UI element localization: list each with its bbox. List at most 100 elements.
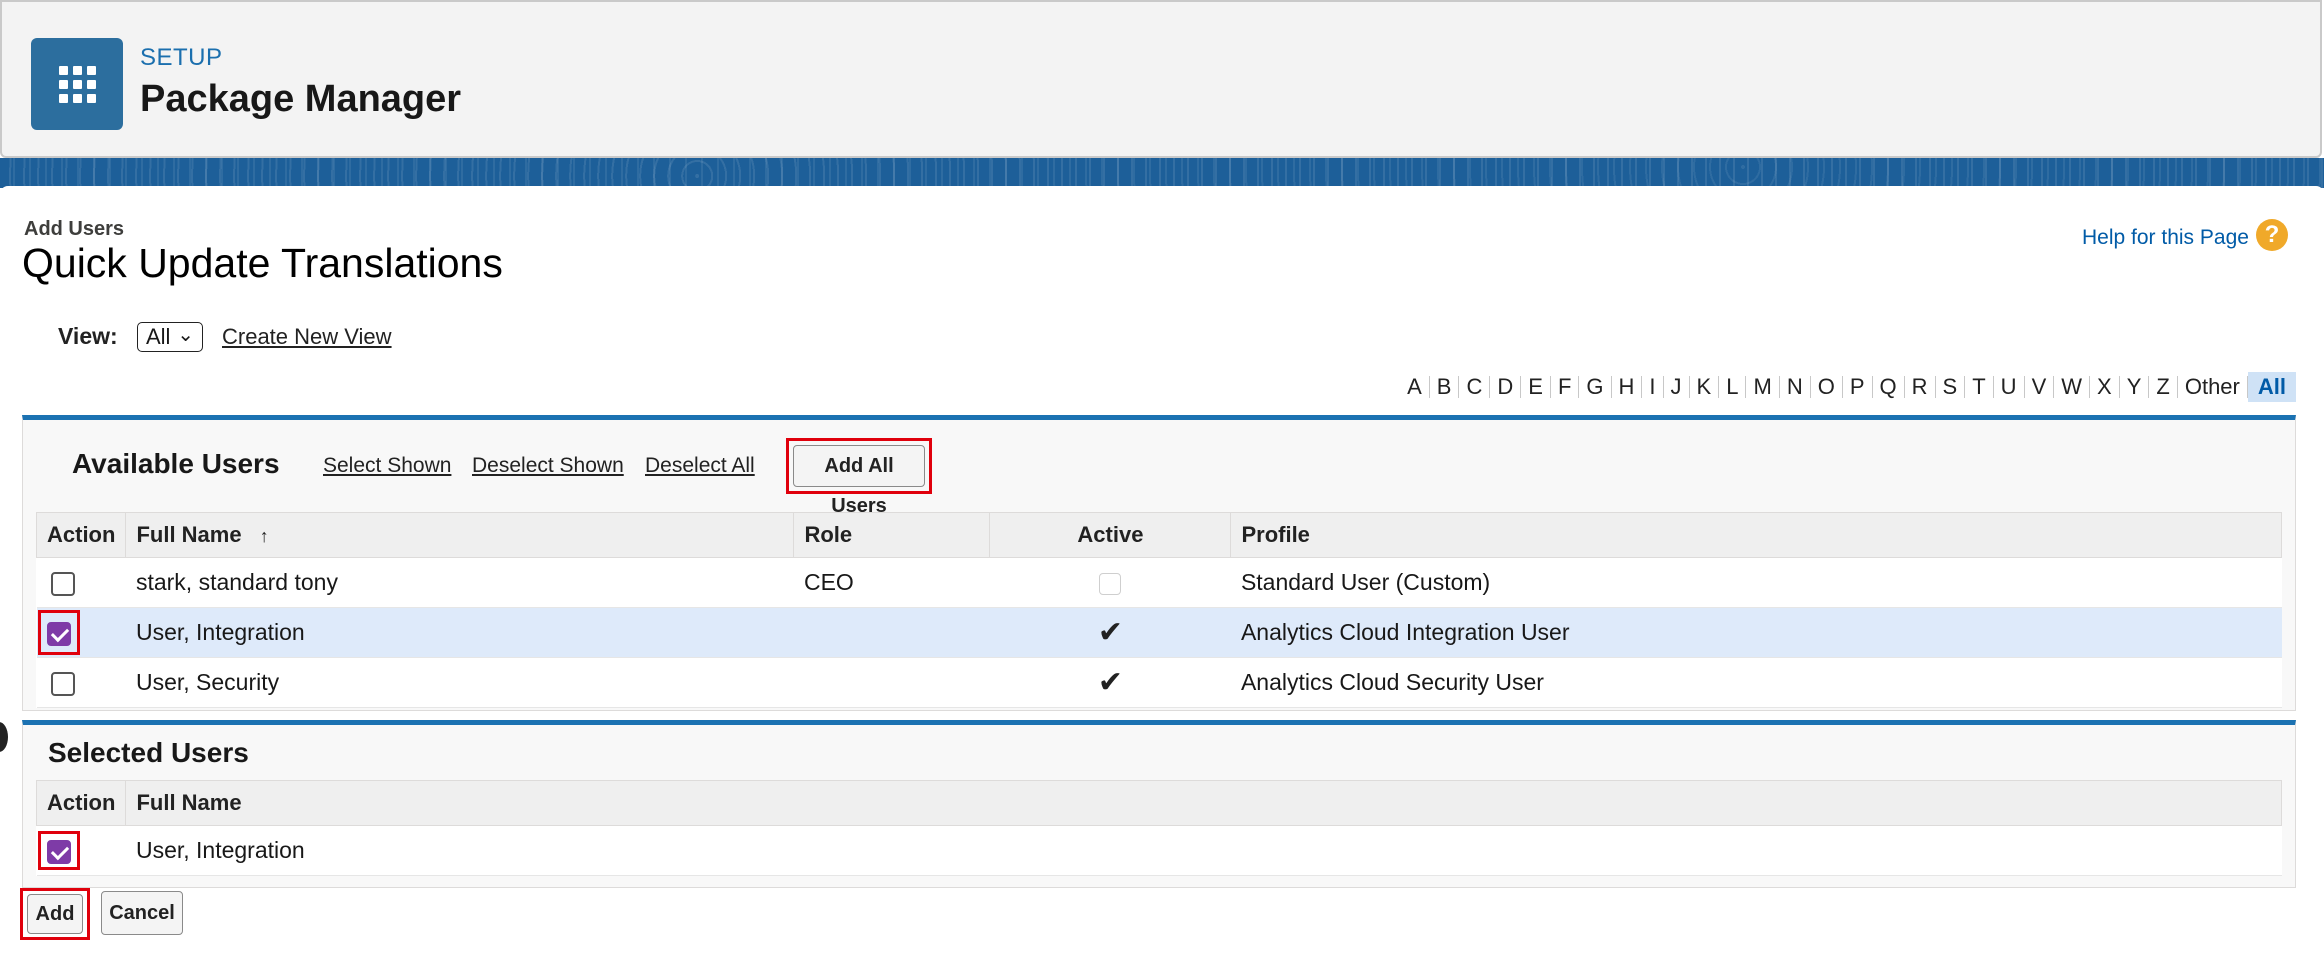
row-checkbox-checked[interactable]	[46, 839, 71, 864]
alphabet-filter-l[interactable]: L	[1719, 374, 1745, 400]
alphabet-filter-b[interactable]: B	[1430, 374, 1459, 400]
alphabet-filter-r[interactable]: R	[1905, 374, 1935, 400]
create-new-view-link[interactable]: Create New View	[222, 324, 392, 350]
alphabet-filter-a[interactable]: A	[1400, 374, 1429, 400]
column-header-active[interactable]: Active	[989, 512, 1232, 558]
active-checkmark-icon: ✔	[1097, 616, 1124, 649]
selected-users-panel: Selected Users Action Full Name User, In…	[22, 720, 2296, 888]
add-all-users-button[interactable]: Add All Users	[793, 445, 925, 517]
alphabet-filter-s[interactable]: S	[1936, 374, 1965, 400]
row-checkbox-highlight	[37, 831, 80, 870]
page-subtitle: Add Users	[24, 218, 125, 240]
alphabet-filter-other[interactable]: Other	[2178, 374, 2247, 400]
alphabet-filter-h[interactable]: H	[1612, 374, 1642, 400]
alphabet-filter-y[interactable]: Y	[2120, 374, 2149, 400]
cell-full-name: User, Integration	[125, 607, 794, 658]
page-title: Quick Update Translations	[22, 240, 503, 286]
alphabet-filter-k[interactable]: K	[1690, 374, 1719, 400]
row-checkbox-wrap	[47, 565, 79, 600]
cell-full-name: User, Integration	[125, 825, 2282, 876]
alphabet-filter-c[interactable]: C	[1459, 374, 1489, 400]
alphabet-filter-w[interactable]: W	[2054, 374, 2089, 400]
select-shown-link[interactable]: Select Shown	[323, 454, 451, 478]
cell-role: CEO	[793, 557, 990, 608]
view-select-value: All	[146, 324, 171, 349]
alphabet-filter-u[interactable]: U	[1994, 374, 2024, 400]
table-row: stark, standard tony CEO Standard User (…	[36, 557, 2282, 608]
cell-profile: Analytics Cloud Security User	[1230, 657, 2282, 708]
view-label: View:	[58, 323, 118, 349]
cell-full-name: User, Security	[125, 657, 794, 708]
table-row: User, Security ✔ Analytics Cloud Securit…	[36, 657, 2282, 708]
alphabet-filter-n[interactable]: N	[1780, 374, 1810, 400]
alphabet-filter-i[interactable]: I	[1642, 374, 1662, 400]
alphabet-filter-all[interactable]: All	[2247, 372, 2296, 402]
cell-profile: Standard User (Custom)	[1230, 557, 2282, 608]
cell-full-name: stark, standard tony	[125, 557, 794, 608]
column-header-action[interactable]: Action	[35, 780, 127, 826]
table-header-row: Action Full Name ↑ Role Active Profile	[35, 512, 2282, 558]
column-header-profile[interactable]: Profile	[1230, 512, 2282, 558]
alphabet-filter-f[interactable]: F	[1551, 374, 1578, 400]
view-select[interactable]: All ⌄	[137, 322, 203, 352]
cell-role	[793, 657, 990, 708]
grid-dot	[87, 80, 96, 89]
alphabet-filter-g[interactable]: G	[1579, 374, 1610, 400]
cancel-button[interactable]: Cancel	[101, 891, 183, 935]
table-header-row: Action Full Name	[35, 780, 2282, 826]
grid-dot	[59, 80, 68, 89]
inactive-checkbox-icon	[1099, 572, 1122, 595]
chevron-down-icon: ⌄	[177, 324, 194, 346]
active-checkmark-icon: ✔	[1097, 666, 1124, 699]
table-row: User, Integration	[36, 825, 2282, 876]
alphabet-filter-t[interactable]: T	[1965, 374, 1992, 400]
app-launcher-grid-icon[interactable]	[31, 38, 123, 130]
row-checkbox[interactable]	[50, 571, 75, 596]
alphabet-filter-d[interactable]: D	[1490, 374, 1520, 400]
alphabet-filter: A B C D E F G H I J K L M N O P Q R S T U V W X Y Z Other All	[1400, 371, 2296, 403]
row-checkbox-highlight	[37, 610, 80, 655]
grid-dot	[73, 80, 82, 89]
grid-dot	[59, 94, 68, 103]
row-checkbox-checked[interactable]	[46, 621, 71, 646]
cell-role	[793, 607, 990, 658]
cell-profile: Analytics Cloud Integration User	[1230, 607, 2282, 658]
add-button[interactable]: Add	[27, 894, 83, 934]
grid-dot	[87, 94, 96, 103]
column-header-full-name[interactable]: Full Name	[125, 780, 2282, 826]
alphabet-filter-e[interactable]: E	[1521, 374, 1550, 400]
deselect-all-link[interactable]: Deselect All	[645, 454, 755, 478]
alphabet-filter-q[interactable]: Q	[1873, 374, 1904, 400]
available-users-title: Available Users	[72, 448, 280, 479]
grid-dot	[73, 94, 82, 103]
selected-users-table: Action Full Name User, Integration	[35, 780, 2282, 876]
setup-header: SETUP Package Manager	[0, 0, 2322, 158]
help-icon[interactable]: ?	[2256, 219, 2288, 251]
deselect-shown-link[interactable]: Deselect Shown	[472, 454, 624, 478]
alphabet-filter-m[interactable]: M	[1746, 374, 1778, 400]
alphabet-filter-o[interactable]: O	[1811, 374, 1842, 400]
alphabet-filter-x[interactable]: X	[2090, 374, 2119, 400]
selected-users-title: Selected Users	[48, 737, 249, 768]
alphabet-filter-p[interactable]: P	[1843, 374, 1872, 400]
row-checkbox[interactable]	[50, 671, 75, 696]
column-header-role[interactable]: Role	[793, 512, 991, 558]
alphabet-filter-v[interactable]: V	[2025, 374, 2054, 400]
table-row: User, Integration ✔ Analytics Cloud Inte…	[36, 607, 2282, 658]
header-title: Package Manager	[140, 78, 462, 120]
row-checkbox-wrap	[47, 665, 79, 700]
decorative-banner	[0, 158, 2324, 188]
setup-label: SETUP	[140, 44, 223, 71]
alphabet-filter-z[interactable]: Z	[2149, 374, 2176, 400]
available-users-table: Action Full Name ↑ Role Active Profile s…	[35, 512, 2282, 708]
sort-ascending-icon: ↑	[259, 526, 269, 546]
help-link[interactable]: Help for this Page	[2082, 226, 2249, 250]
grid-dot	[87, 66, 96, 75]
column-header-full-name[interactable]: Full Name ↑	[125, 512, 795, 558]
column-header-action[interactable]: Action	[35, 512, 127, 558]
alphabet-filter-j[interactable]: J	[1664, 374, 1689, 400]
column-header-full-name-label: Full Name	[136, 522, 242, 547]
grid-dot	[73, 66, 82, 75]
grid-dot	[59, 66, 68, 75]
available-users-panel: Available Users Select Shown Deselect Sh…	[22, 415, 2296, 711]
